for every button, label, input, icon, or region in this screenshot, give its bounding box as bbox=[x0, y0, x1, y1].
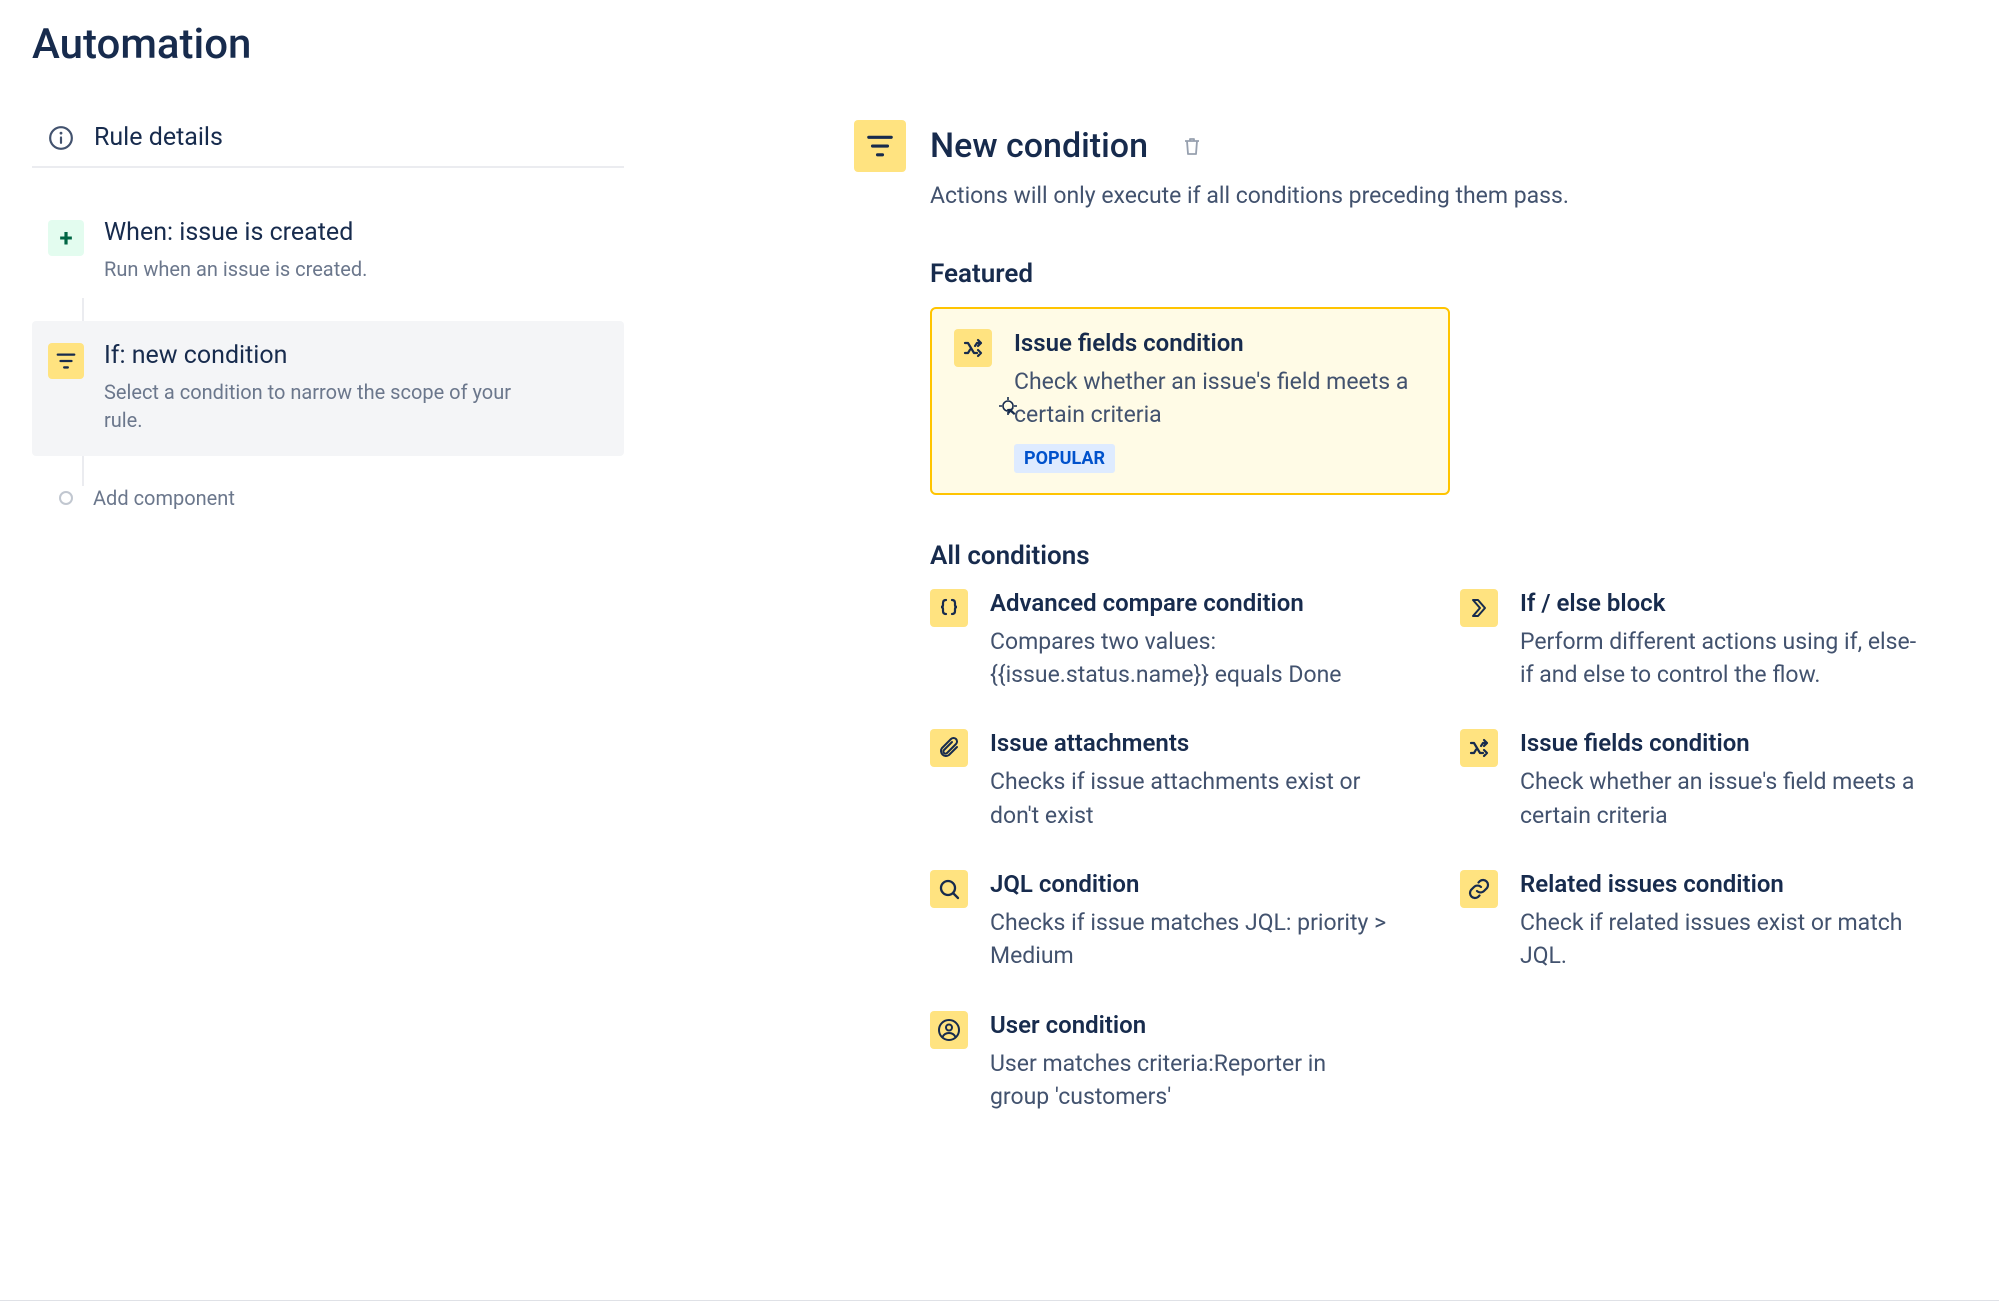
popular-badge: POPULAR bbox=[1014, 444, 1115, 473]
condition-card[interactable]: If / else block Perform different action… bbox=[1460, 589, 1980, 692]
cursor-icon bbox=[997, 395, 1019, 417]
condition-desc: Select a condition to narrow the scope o… bbox=[104, 378, 544, 434]
rule-details-link[interactable]: Rule details bbox=[32, 109, 624, 168]
page-title: Automation bbox=[32, 20, 624, 69]
panel-title: New condition bbox=[930, 126, 1148, 166]
condition-card[interactable]: Issue fields condition Check whether an … bbox=[1460, 729, 1980, 832]
condition-title: User condition bbox=[990, 1011, 1390, 1039]
condition-desc: User matches criteria:Reporter in group … bbox=[990, 1047, 1390, 1114]
braces-icon bbox=[930, 589, 968, 627]
condition-card[interactable]: JQL condition Checks if issue matches JQ… bbox=[930, 870, 1450, 973]
shuffle-icon bbox=[954, 329, 992, 367]
circle-icon bbox=[59, 491, 73, 505]
plus-icon: + bbox=[48, 220, 84, 256]
condition-title: If: new condition bbox=[104, 341, 544, 370]
step-condition[interactable]: If: new condition Select a condition to … bbox=[32, 321, 624, 456]
condition-desc: Compares two values: {{issue.status.name… bbox=[990, 625, 1390, 692]
featured-desc: Check whether an issue's field meets a c… bbox=[1014, 365, 1426, 432]
trigger-title: When: issue is created bbox=[104, 218, 367, 247]
user-icon bbox=[930, 1011, 968, 1049]
step-trigger[interactable]: + When: issue is created Run when an iss… bbox=[32, 198, 624, 305]
condition-card[interactable]: Issue attachments Checks if issue attach… bbox=[930, 729, 1450, 832]
condition-title: Issue attachments bbox=[990, 729, 1390, 757]
trigger-desc: Run when an issue is created. bbox=[104, 255, 367, 283]
featured-title: Issue fields condition bbox=[1014, 329, 1426, 357]
condition-card[interactable]: Advanced compare condition Compares two … bbox=[930, 589, 1450, 692]
search-icon bbox=[930, 870, 968, 908]
add-component-label: Add component bbox=[93, 486, 235, 510]
add-component-button[interactable]: Add component bbox=[32, 456, 624, 540]
condition-title: If / else block bbox=[1520, 589, 1920, 617]
branch-icon bbox=[1460, 589, 1498, 627]
condition-desc: Checks if issue matches JQL: priority > … bbox=[990, 906, 1390, 973]
condition-title: Related issues condition bbox=[1520, 870, 1920, 898]
condition-desc: Checks if issue attachments exist or don… bbox=[990, 765, 1390, 832]
link-icon bbox=[1460, 870, 1498, 908]
info-icon bbox=[48, 125, 74, 151]
all-conditions-heading: All conditions bbox=[930, 541, 1980, 571]
featured-heading: Featured bbox=[930, 259, 1980, 289]
attachment-icon bbox=[930, 729, 968, 767]
condition-desc: Check if related issues exist or match J… bbox=[1520, 906, 1920, 973]
shuffle-icon bbox=[1460, 729, 1498, 767]
condition-title: Issue fields condition bbox=[1520, 729, 1920, 757]
condition-desc: Check whether an issue's field meets a c… bbox=[1520, 765, 1920, 832]
panel-subtitle: Actions will only execute if all conditi… bbox=[930, 182, 1980, 209]
filter-icon bbox=[854, 120, 906, 172]
rule-details-label: Rule details bbox=[94, 123, 223, 152]
condition-title: JQL condition bbox=[990, 870, 1390, 898]
condition-desc: Perform different actions using if, else… bbox=[1520, 625, 1920, 692]
condition-card[interactable]: Related issues condition Check if relate… bbox=[1460, 870, 1980, 973]
condition-title: Advanced compare condition bbox=[990, 589, 1390, 617]
filter-icon bbox=[48, 343, 84, 379]
condition-card[interactable]: User condition User matches criteria:Rep… bbox=[930, 1011, 1450, 1114]
featured-condition-card[interactable]: Issue fields condition Check whether an … bbox=[930, 307, 1450, 495]
trash-icon bbox=[1180, 134, 1204, 158]
delete-button[interactable] bbox=[1180, 134, 1204, 158]
